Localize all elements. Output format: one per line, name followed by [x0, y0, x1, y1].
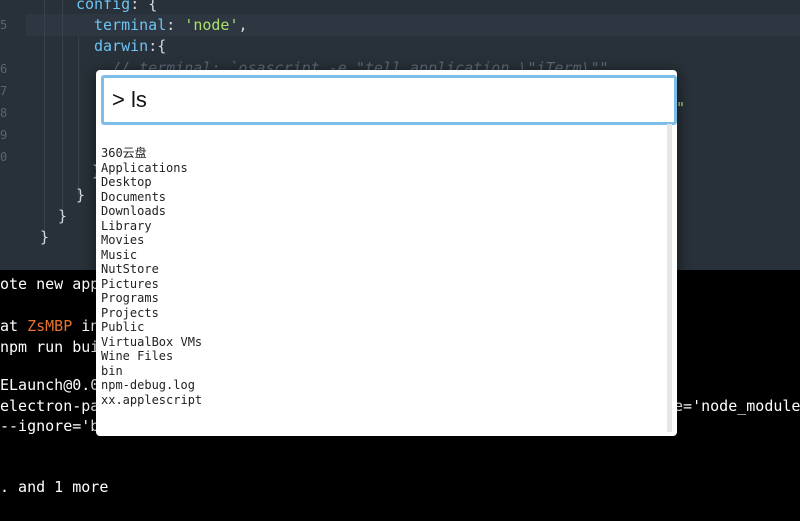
code-token: " [676, 99, 686, 117]
result-item[interactable]: 360云盘 [101, 146, 202, 161]
command-input[interactable]: > ls [101, 75, 677, 125]
code-line: } [76, 184, 85, 206]
line-number: 0 [0, 150, 8, 164]
result-item[interactable]: Documents [101, 190, 202, 205]
results-scrollbar[interactable] [667, 124, 672, 432]
line-number: 7 [0, 84, 8, 98]
result-item[interactable]: Movies [101, 233, 202, 248]
result-item[interactable]: Downloads [101, 204, 202, 219]
code-line: " [676, 97, 685, 119]
result-item[interactable]: Wine Files [101, 349, 202, 364]
terminal-line: re='node_module [665, 397, 800, 415]
code-token: 'node' [184, 16, 239, 34]
result-item[interactable]: Projects [101, 306, 202, 321]
terminal-line: npm run bui [0, 338, 100, 356]
result-item[interactable]: Pictures [101, 277, 202, 292]
code-token: } [76, 186, 86, 204]
code-token: :{ [148, 37, 167, 55]
indent-guide [44, 0, 45, 240]
result-item[interactable]: Music [101, 248, 202, 263]
code-line: } [58, 205, 67, 227]
result-item[interactable]: xx.applescript [101, 393, 202, 408]
indent-guide [62, 0, 63, 220]
result-item[interactable]: Applications [101, 161, 202, 176]
code-token: darwin [94, 37, 149, 55]
terminal-line: electron-pa [0, 397, 100, 415]
indent-guide [78, 36, 79, 196]
terminal-line: --ignore='b [0, 417, 100, 435]
code-token: , [238, 16, 248, 34]
line-number: 8 [0, 106, 8, 120]
result-item[interactable]: Desktop [101, 175, 202, 190]
code-token: } [40, 228, 50, 246]
command-launcher-dialog: > ls 360云盘 Applications Desktop Documents Do… [96, 70, 677, 436]
command-input-value: > ls [112, 87, 147, 112]
line-number: 5 [0, 18, 8, 32]
line-number: 9 [0, 128, 8, 142]
code-token: : [166, 16, 185, 34]
code-line: terminal: 'node', [94, 14, 248, 36]
result-item[interactable]: Library [101, 219, 202, 234]
result-item[interactable]: npm-debug.log [101, 378, 202, 393]
line-number-gutter: 5 6 7 8 9 0 [0, 0, 26, 270]
terminal-line: . and 1 more [0, 478, 109, 496]
result-item[interactable]: VirtualBox VMs [101, 335, 202, 350]
code-token: : { [130, 0, 158, 13]
results-list: 360云盘 Applications Desktop Documents Downloa… [101, 146, 202, 407]
code-line: config: { [76, 0, 157, 15]
code-line: darwin:{ [94, 35, 166, 57]
terminal-line: at ZsMBP in [0, 317, 100, 335]
result-item[interactable]: Programs [101, 291, 202, 306]
result-item[interactable]: bin [101, 364, 202, 379]
terminal-line: ELaunch@0.0 [0, 376, 100, 394]
terminal-hostname: ZsMBP [27, 317, 73, 335]
code-line: } [40, 226, 49, 248]
line-number: 6 [0, 62, 8, 76]
result-item[interactable]: Public [101, 320, 202, 335]
code-token: } [58, 207, 68, 225]
code-token: config [76, 0, 131, 13]
code-token: terminal [94, 16, 167, 34]
result-item[interactable]: NutStore [101, 262, 202, 277]
terminal-line: ote new app [0, 275, 100, 293]
